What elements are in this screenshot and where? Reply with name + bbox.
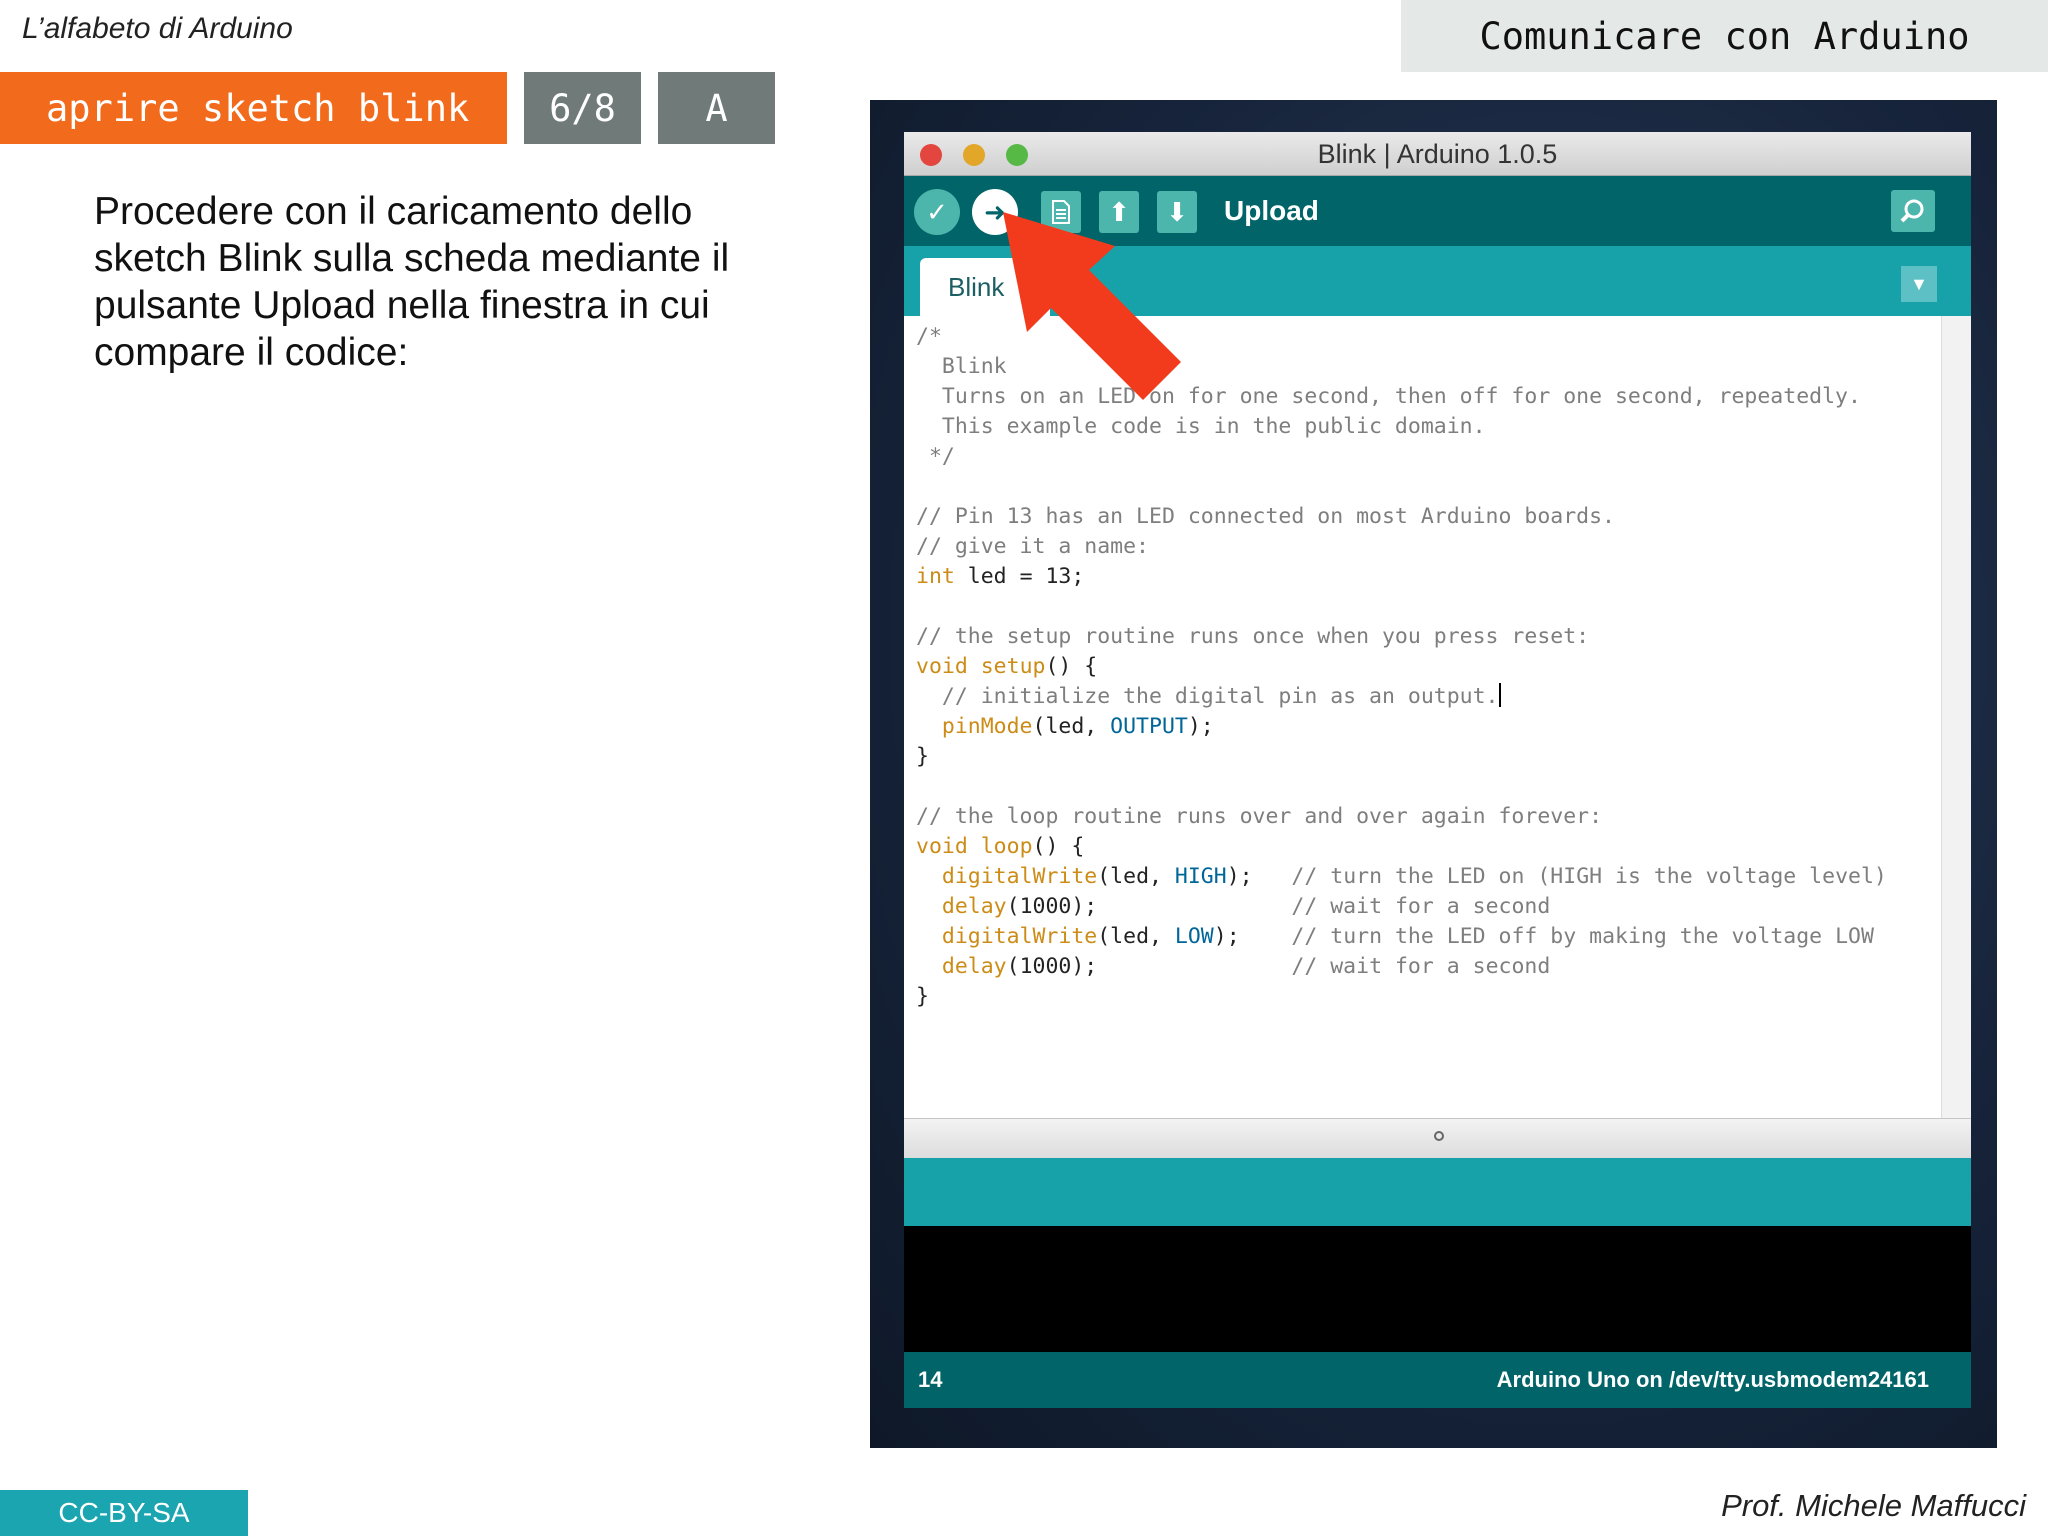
code-line: // the setup routine runs once when you …: [916, 624, 1590, 649]
slide-title: aprire sketch blink: [0, 72, 507, 144]
code-line: */: [916, 444, 955, 469]
course-title: L’alfabeto di Arduino: [22, 12, 293, 45]
magnifier-icon: [1900, 199, 1924, 223]
code-line: // the loop routine runs over and over a…: [916, 804, 1603, 829]
code-line: delay(1000); // wait for a second: [941, 894, 1551, 919]
author-name: Prof. Michele Maffucci: [1721, 1488, 2026, 1523]
window-title: Blink | Arduino 1.0.5: [1317, 138, 1558, 169]
topic-title: Comunicare con Arduino: [1401, 0, 2048, 72]
license-badge: CC-BY-SA: [0, 1490, 248, 1536]
check-icon: ✓: [926, 196, 948, 227]
code-line: // give it a name:: [916, 534, 1149, 559]
pane-divider[interactable]: [904, 1118, 1971, 1158]
divider-grip-icon[interactable]: [1434, 1131, 1444, 1141]
code-line: }: [916, 744, 929, 769]
editor-scrollbar[interactable]: [1941, 316, 1971, 1118]
toolbar-hover-label: Upload: [1224, 195, 1319, 226]
verify-button[interactable]: ✓: [914, 189, 960, 235]
code-line: digitalWrite(led, LOW); // turn the LED …: [941, 924, 1874, 949]
text-cursor: [1498, 683, 1501, 707]
serial-monitor-button[interactable]: [1891, 190, 1935, 232]
code-line: // initialize the digital pin as an outp…: [941, 683, 1501, 709]
chevron-down-icon: ▼: [1910, 273, 1928, 294]
ide-status-bar: 14 Arduino Uno on /dev/tty.usbmodem24161: [904, 1352, 1971, 1408]
code-line: This example code is in the public domai…: [916, 414, 1486, 439]
code-editor[interactable]: /* Blink Turns on an LED on for one seco…: [904, 316, 1941, 1118]
code-line: // Pin 13 has an LED connected on most A…: [916, 504, 1615, 529]
code-line: void loop() {: [916, 834, 1085, 859]
code-line: pinMode(led, OUTPUT);: [941, 714, 1214, 739]
page-number: 6/8: [524, 72, 641, 144]
line-number: 14: [918, 1367, 943, 1392]
instruction-text: Procedere con il caricamento dello sketc…: [94, 190, 730, 374]
console-output: [904, 1226, 1971, 1352]
code-text: /* Blink Turns on an LED on for one seco…: [916, 322, 1887, 1012]
message-area: [904, 1158, 1971, 1226]
code-line: digitalWrite(led, HIGH); // turn the LED…: [941, 864, 1887, 889]
code-line: }: [916, 984, 929, 1009]
annotation-arrow-icon: [1003, 212, 1181, 400]
code-line: int led = 13;: [916, 564, 1085, 589]
code-line: delay(1000); // wait for a second: [941, 954, 1551, 979]
code-line: void setup() {: [916, 654, 1098, 679]
ide-screenshot: Blink | Arduino 1.0.5 ✓ ➜ ⬆ ⬇ Upload Bli…: [870, 100, 1997, 1448]
tab-menu-button[interactable]: ▼: [1901, 266, 1937, 302]
window-titlebar: Blink | Arduino 1.0.5: [904, 132, 1971, 176]
level-badge: A: [658, 72, 775, 144]
board-port-info: Arduino Uno on /dev/tty.usbmodem24161: [1496, 1367, 1929, 1392]
